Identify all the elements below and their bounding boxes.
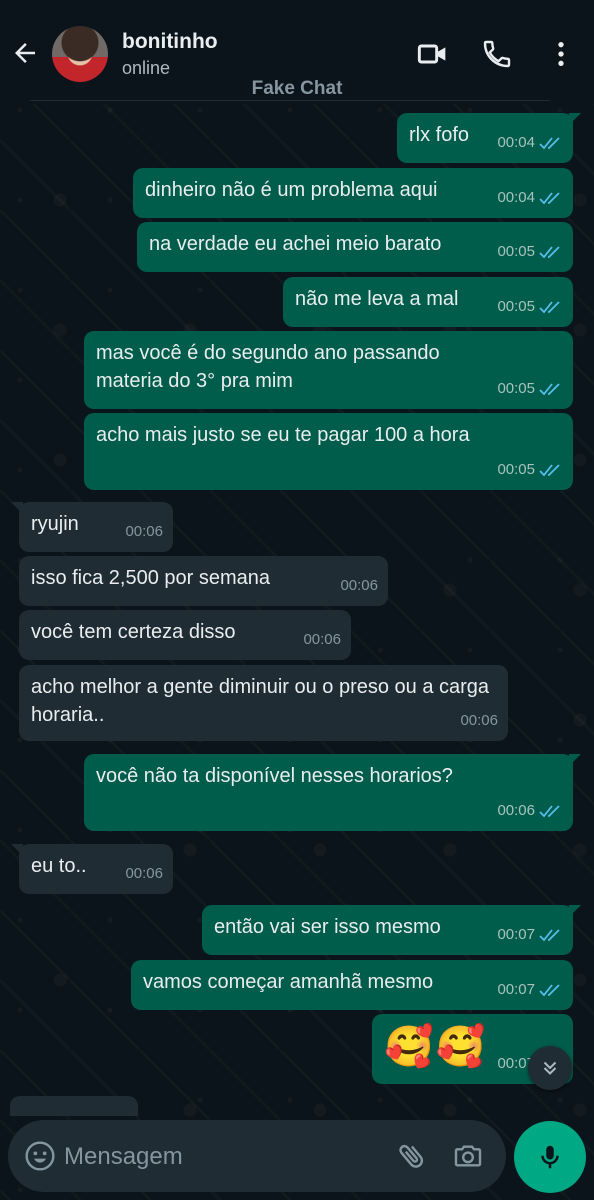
message-bubble-outgoing[interactable]: vamos começar amanhã mesmo 00:07 xyxy=(131,960,573,1010)
read-ticks-icon xyxy=(539,805,560,818)
message-time: 00:05 xyxy=(497,243,535,260)
message-input[interactable] xyxy=(64,1140,364,1174)
message-text: na verdade eu achei meio barato xyxy=(149,233,442,255)
message-time: 00:05 xyxy=(497,461,535,478)
message-bubble-outgoing[interactable]: mas você é do segundo ano passando mater… xyxy=(84,331,573,409)
message-text: acho melhor a gente diminuir ou o preso … xyxy=(31,676,490,726)
message-time: 00:05 xyxy=(497,380,535,397)
message-bubble-outgoing[interactable]: rlx fofo 00:04 xyxy=(397,113,581,163)
message-bubble-incoming[interactable]: você tem certeza disso 00:06 xyxy=(19,610,351,660)
emoji-message: 🥰🥰 xyxy=(384,1025,488,1069)
back-arrow-icon[interactable] xyxy=(10,38,40,68)
message-bubble-outgoing[interactable]: você não ta disponível nesses horarios? … xyxy=(84,754,581,831)
message-composer xyxy=(8,1120,506,1192)
message-time: 00:06 xyxy=(125,865,163,882)
message-text: não me leva a mal xyxy=(295,288,459,310)
voice-message-button[interactable] xyxy=(514,1121,586,1193)
more-vertical-icon[interactable] xyxy=(545,38,577,70)
header-divider xyxy=(30,100,550,101)
message-time: 00:07 xyxy=(497,981,535,998)
emoji-icon[interactable] xyxy=(24,1140,56,1172)
message-bubble-outgoing[interactable]: então vai ser isso mesmo 00:07 xyxy=(202,905,581,955)
read-ticks-icon xyxy=(539,383,560,396)
message-text: então vai ser isso mesmo xyxy=(214,916,441,938)
read-ticks-icon xyxy=(539,929,560,942)
message-bubble-outgoing[interactable]: na verdade eu achei meio barato 00:05 xyxy=(137,222,573,272)
video-call-icon[interactable] xyxy=(416,38,448,70)
message-bubble-outgoing[interactable]: não me leva a mal 00:05 xyxy=(283,277,573,327)
message-time: 00:06 xyxy=(460,712,498,729)
message-text: você tem certeza disso xyxy=(31,621,236,643)
message-time: 00:05 xyxy=(497,298,535,315)
message-text: ryujin xyxy=(31,513,79,535)
read-ticks-icon xyxy=(539,464,560,477)
message-text: rlx fofo xyxy=(409,124,470,146)
message-text: isso fica 2,500 por semana xyxy=(31,567,271,589)
message-time: 00:04 xyxy=(497,189,535,206)
message-text: você não ta disponível nesses horarios? xyxy=(96,765,453,787)
message-bubble-incoming[interactable]: ryujin 00:06 xyxy=(11,502,173,552)
watermark-label: Fake Chat xyxy=(251,78,343,99)
message-time: 00:04 xyxy=(497,134,535,151)
read-ticks-icon xyxy=(539,984,560,997)
message-time: 00:06 xyxy=(125,523,163,540)
avatar[interactable] xyxy=(52,26,108,82)
message-text: mas você é do segundo ano passando mater… xyxy=(96,342,440,392)
message-time: 00:07 xyxy=(497,926,535,943)
message-text: eu to.. xyxy=(31,855,87,877)
contact-name[interactable]: bonitinho xyxy=(122,30,218,54)
contact-status: online xyxy=(122,58,171,78)
message-bubble-incoming[interactable]: isso fica 2,500 por semana 00:06 xyxy=(19,556,388,606)
message-bubble-incoming[interactable]: eu to.. 00:06 xyxy=(11,844,173,894)
partial-message-bubble xyxy=(10,1096,138,1116)
paperclip-icon[interactable] xyxy=(396,1140,428,1172)
chat-header: bonitinho online Fake Chat xyxy=(0,0,594,104)
message-time: 00:06 xyxy=(497,802,535,819)
message-text: acho mais justo se eu te pagar 100 a hor… xyxy=(96,424,470,446)
message-time: 00:06 xyxy=(303,631,341,648)
message-bubble-outgoing[interactable]: dinheiro não é um problema aqui 00:04 xyxy=(133,168,573,218)
read-ticks-icon xyxy=(539,301,560,314)
scroll-to-bottom-button[interactable] xyxy=(528,1046,572,1090)
message-text: dinheiro não é um problema aqui xyxy=(145,179,438,201)
message-text: vamos começar amanhã mesmo xyxy=(143,971,434,993)
message-time: 00:06 xyxy=(340,577,378,594)
message-bubble-incoming[interactable]: acho melhor a gente diminuir ou o preso … xyxy=(19,665,508,741)
read-ticks-icon xyxy=(539,246,560,259)
chevron-double-down-icon xyxy=(543,1061,557,1075)
read-ticks-icon xyxy=(539,192,560,205)
read-ticks-icon xyxy=(539,137,560,150)
camera-icon[interactable] xyxy=(452,1140,484,1172)
message-bubble-outgoing[interactable]: acho mais justo se eu te pagar 100 a hor… xyxy=(84,413,573,490)
phone-icon[interactable] xyxy=(481,38,513,70)
mic-icon xyxy=(541,1145,559,1169)
